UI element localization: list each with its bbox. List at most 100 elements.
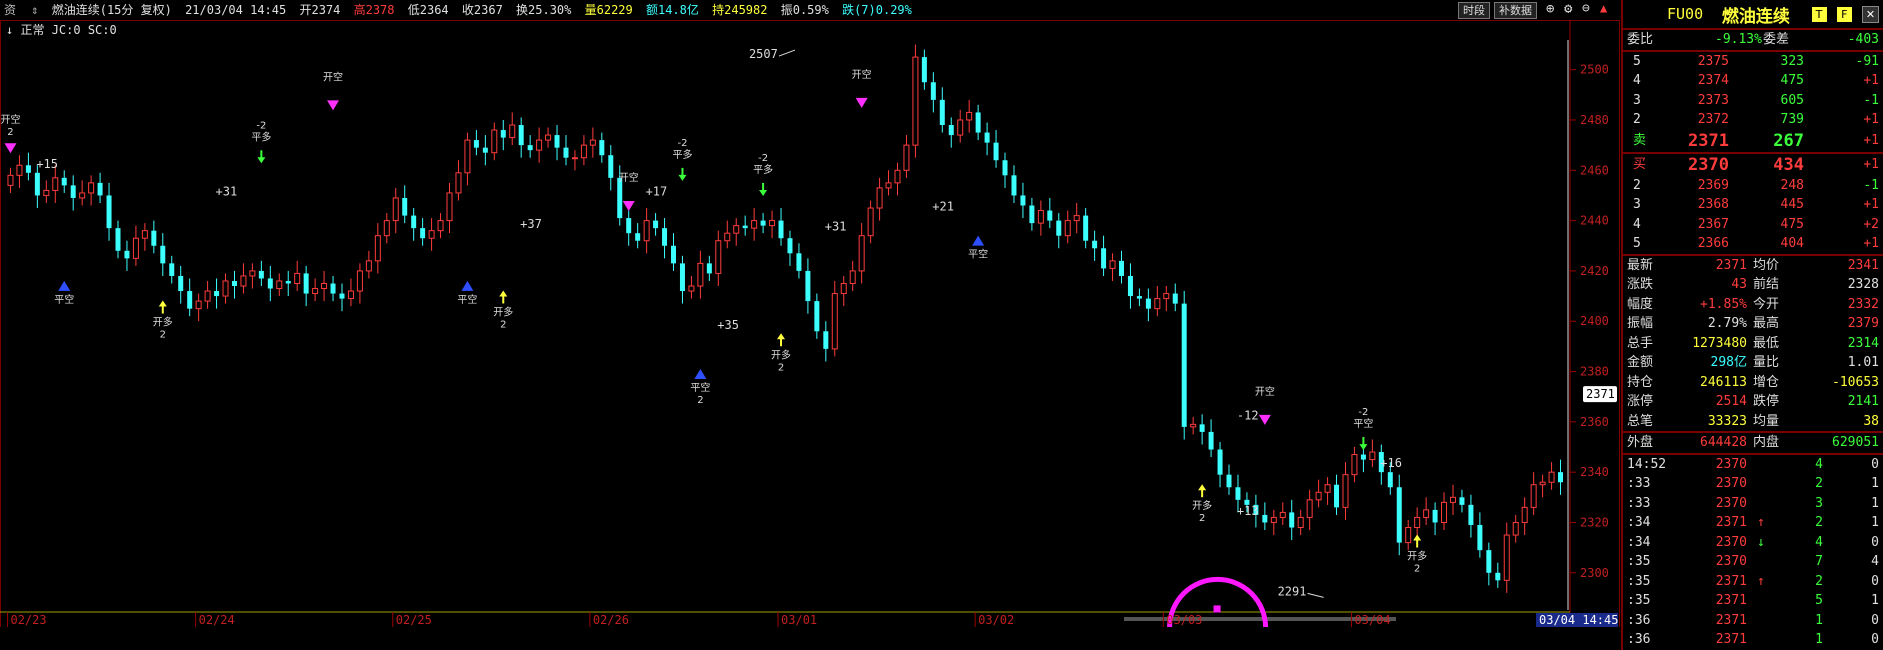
open-long-label: 2: [500, 319, 506, 330]
profit-label: +21: [932, 200, 954, 214]
candle-body: [1208, 431, 1214, 450]
candle-body: [805, 270, 811, 302]
candle-body: [402, 197, 408, 216]
close-short-label: 平空: [54, 293, 74, 306]
candle-body: [527, 145, 533, 151]
open-value: 开2374: [299, 3, 341, 17]
tick-count: 1: [1871, 476, 1879, 491]
f-button[interactable]: F: [1836, 6, 1852, 22]
tick-count: 1: [1871, 515, 1879, 530]
candle-body: [787, 238, 793, 254]
tick-count: 1: [1871, 593, 1879, 608]
candle-body: [608, 155, 614, 178]
candle-body: [966, 111, 973, 121]
tick-arrow: ↓: [1757, 534, 1765, 550]
open-long-arrow-head: [1198, 484, 1207, 491]
bid-level: 买: [1633, 156, 1647, 172]
candle-body: [1002, 160, 1008, 176]
tick-count: 0: [1871, 573, 1879, 589]
candle-body: [115, 228, 121, 251]
volume-value: 量62229: [584, 3, 633, 17]
y-tick-label: 2320: [1580, 515, 1609, 529]
time-period-button[interactable]: 时段: [1458, 2, 1490, 19]
candle-body: [1083, 215, 1089, 241]
candle-body: [303, 273, 309, 294]
ask-level: 3: [1633, 92, 1641, 108]
close-long-label: -2: [758, 153, 768, 164]
bid-row: 3 2368 445 +1: [1623, 195, 1883, 215]
candle-body: [1217, 449, 1223, 475]
candle-body: [1289, 512, 1295, 528]
tick-volume: 5: [1815, 593, 1823, 608]
settings-icon[interactable]: ⚙: [1564, 1, 1572, 17]
stats-row: 涨停 2514 跌停 2141: [1623, 392, 1883, 412]
candle-body: [957, 119, 964, 136]
candle-body: [1154, 298, 1161, 310]
tick-row: :35 2371 5 1: [1623, 591, 1883, 611]
stat-label: 今开: [1753, 296, 1780, 312]
tick-time: 14:52: [1627, 456, 1667, 472]
stat-value: 2.79%: [1707, 316, 1747, 331]
candle-body: [383, 220, 390, 237]
candle-body: [1351, 454, 1358, 476]
candle-body: [249, 270, 256, 277]
close-panel-icon[interactable]: ✕: [1862, 5, 1879, 23]
stat-value: 38: [1863, 413, 1879, 429]
ask-change: -1: [1863, 92, 1879, 108]
stat-label: 最高: [1753, 316, 1780, 331]
candle-body: [894, 169, 901, 184]
candle-body: [285, 280, 291, 284]
close-short-label: 平空: [968, 248, 988, 261]
ask-row: 4 2374 475 +1: [1623, 71, 1883, 91]
close-short-label: 平空: [690, 381, 710, 394]
stat-label: 量比: [1753, 355, 1780, 370]
candle-body: [840, 282, 847, 295]
supplement-data-button[interactable]: 补数据: [1494, 2, 1537, 19]
tick-volume: 4: [1815, 456, 1823, 472]
globe-icon[interactable]: ⊕: [1546, 1, 1554, 17]
candle-body: [482, 147, 488, 153]
candle-body: [88, 182, 95, 194]
tick-list[interactable]: 14:52 2370 4 0:33 2370 2 1:33 2370 3 1:34 2371 ↑ 2 1:…: [1623, 455, 1883, 650]
candle-body: [169, 263, 175, 276]
bid-book: 买 2370 434 +1 2 2369 248 -1 3 2368 445 +1 4 2367 475 +2…: [1623, 154, 1883, 256]
candle-body: [1181, 303, 1187, 427]
tick-volume: 2: [1815, 573, 1823, 589]
candle-body: [939, 99, 945, 126]
candle-body: [1342, 474, 1349, 508]
candle-body: [975, 112, 981, 133]
candle-body: [1468, 504, 1474, 525]
ask-level: 4: [1633, 73, 1641, 88]
ask-row: 5 2375 323 -91: [1623, 52, 1883, 72]
close-long-arrow-head: [257, 157, 266, 164]
close-icon[interactable]: ▲: [1600, 1, 1607, 15]
candle-body: [733, 225, 740, 234]
y-tick-label: 2480: [1580, 113, 1609, 127]
candle-body: [831, 293, 838, 350]
refresh-icon[interactable]: ⇕: [31, 0, 38, 20]
candle-body: [330, 283, 336, 294]
ratio-label: 委比: [1627, 32, 1654, 47]
open-long-label: 2: [1199, 513, 1205, 524]
candle-body: [1512, 521, 1519, 536]
candle-body: [509, 124, 516, 139]
tick-row: :34 2370 ↓ 4 0: [1623, 533, 1883, 553]
bid-change: +1: [1863, 156, 1879, 172]
candle-body: [1172, 293, 1178, 304]
candle-body: [849, 270, 856, 284]
outer-value: 644428: [1700, 435, 1747, 450]
t-button[interactable]: T: [1811, 6, 1827, 22]
app-icon[interactable]: 资: [4, 0, 16, 20]
collapse-icon[interactable]: ⊖: [1582, 1, 1590, 16]
bid-change: +1: [1863, 236, 1879, 251]
candle-body: [1369, 451, 1376, 461]
candle-body: [1334, 484, 1340, 508]
tick-count: 0: [1871, 612, 1879, 628]
candle-body: [160, 245, 166, 264]
open-short-label: 开空: [619, 171, 639, 184]
candle-body: [545, 134, 552, 141]
tick-count: 0: [1871, 632, 1879, 647]
candlestick-chart[interactable]: 2300 2320 2340 2360 2380 2400 2420 2440 2460 2480…: [0, 20, 1620, 627]
candle-body: [571, 157, 578, 160]
candle-body: [473, 140, 479, 148]
